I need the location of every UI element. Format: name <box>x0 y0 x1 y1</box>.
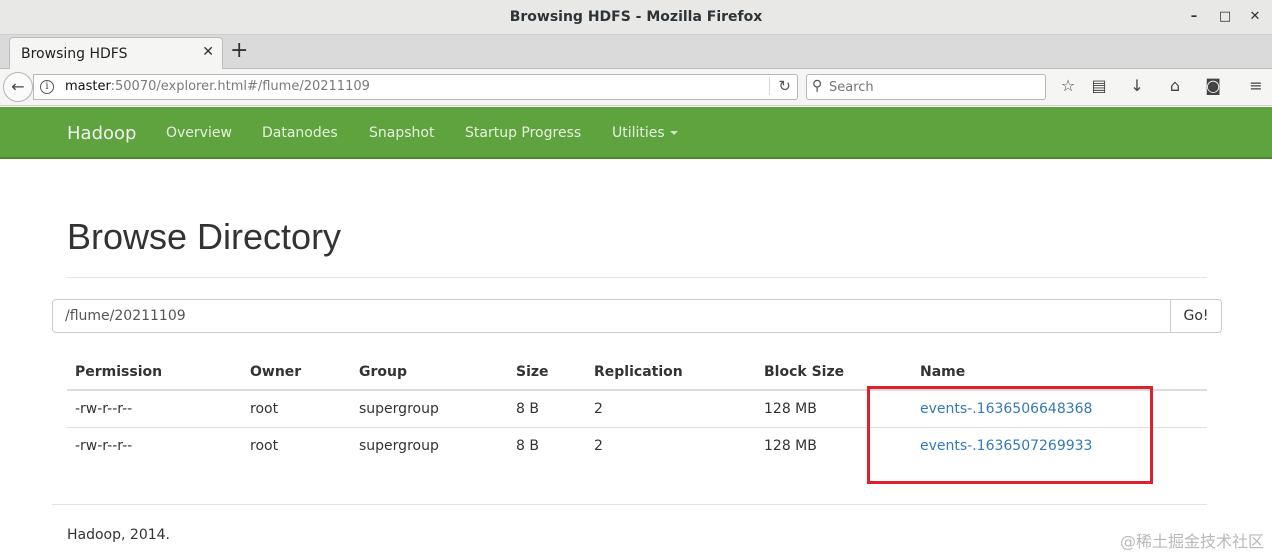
cell-permission: -rw-r--r-- <box>67 389 242 427</box>
red-highlight-box <box>867 386 1153 484</box>
divider <box>67 277 1207 278</box>
cell-replication: 2 <box>586 389 756 427</box>
nav-datanodes[interactable]: Datanodes <box>262 125 338 141</box>
column-header-size[interactable]: Size <box>508 354 586 391</box>
tab-bar: Browsing HDFS ✕ + <box>0 35 1272 69</box>
watermark: @稀土掘金技术社区 <box>1119 532 1264 551</box>
hadoop-navbar: Hadoop Overview Datanodes Snapshot Start… <box>0 107 1272 159</box>
download-arrow-icon[interactable]: ↓ <box>1126 75 1148 97</box>
column-header-block-size[interactable]: Block Size <box>756 354 912 391</box>
pocket-icon[interactable]: ◙ <box>1202 75 1224 97</box>
tab-browsing-hdfs[interactable]: Browsing HDFS ✕ <box>9 37 223 69</box>
new-tab-icon[interactable]: + <box>230 39 248 63</box>
nav-utilities-dropdown[interactable]: Utilities <box>612 125 678 141</box>
search-bar[interactable]: ⚲ <box>806 74 1046 100</box>
column-header-name[interactable]: Name <box>912 354 1207 391</box>
path-form: Go! <box>52 299 1222 333</box>
tab-label: Browsing HDFS <box>21 46 128 62</box>
info-icon[interactable]: i <box>40 80 54 94</box>
reload-icon[interactable]: ↻ <box>769 77 791 95</box>
maximize-icon[interactable]: □ <box>1216 8 1234 26</box>
table-header-row: Permission Owner Group Size Replication … <box>67 354 1207 391</box>
column-header-owner[interactable]: Owner <box>242 354 351 391</box>
footer-divider <box>52 504 1207 505</box>
bookmark-star-icon[interactable]: ☆ <box>1057 75 1079 97</box>
nav-overview[interactable]: Overview <box>166 125 232 141</box>
footer-text: Hadoop, 2014. <box>67 527 170 543</box>
go-button[interactable]: Go! <box>1170 299 1222 333</box>
window-titlebar: Browsing HDFS - Mozilla Firefox – □ ✕ <box>0 0 1272 35</box>
home-icon[interactable]: ⌂ <box>1164 75 1186 97</box>
cell-permission: -rw-r--r-- <box>67 426 242 464</box>
column-header-replication[interactable]: Replication <box>586 354 756 391</box>
nav-startup-progress[interactable]: Startup Progress <box>465 125 581 141</box>
reading-list-icon[interactable]: ▤ <box>1088 75 1110 97</box>
directory-path-input[interactable] <box>52 299 1171 333</box>
cell-group: supergroup <box>351 389 508 427</box>
caret-down-icon <box>669 131 678 135</box>
hamburger-menu-icon[interactable]: ≡ <box>1245 75 1267 97</box>
search-input[interactable] <box>829 78 1039 96</box>
column-header-group[interactable]: Group <box>351 354 508 391</box>
close-tab-icon[interactable]: ✕ <box>202 44 214 60</box>
window-title: Browsing HDFS - Mozilla Firefox <box>509 9 763 25</box>
close-window-icon[interactable]: ✕ <box>1246 8 1264 26</box>
nav-snapshot[interactable]: Snapshot <box>369 125 434 141</box>
cell-owner: root <box>242 389 351 427</box>
minimize-icon[interactable]: – <box>1185 8 1203 26</box>
back-arrow-icon[interactable]: ← <box>3 72 33 102</box>
navigation-toolbar: ← i master:50070/explorer.html#/flume/20… <box>0 69 1272 106</box>
cell-owner: root <box>242 426 351 464</box>
search-icon: ⚲ <box>812 78 823 94</box>
column-header-permission[interactable]: Permission <box>67 354 242 391</box>
url-text[interactable]: master:50070/explorer.html#/flume/202111… <box>65 79 370 94</box>
page-title: Browse Directory <box>67 216 342 257</box>
cell-group: supergroup <box>351 426 508 464</box>
cell-replication: 2 <box>586 426 756 464</box>
hadoop-brand-link[interactable]: Hadoop <box>67 123 136 144</box>
cell-size: 8 B <box>508 389 586 427</box>
url-bar[interactable]: i master:50070/explorer.html#/flume/2021… <box>33 74 798 100</box>
cell-size: 8 B <box>508 426 586 464</box>
